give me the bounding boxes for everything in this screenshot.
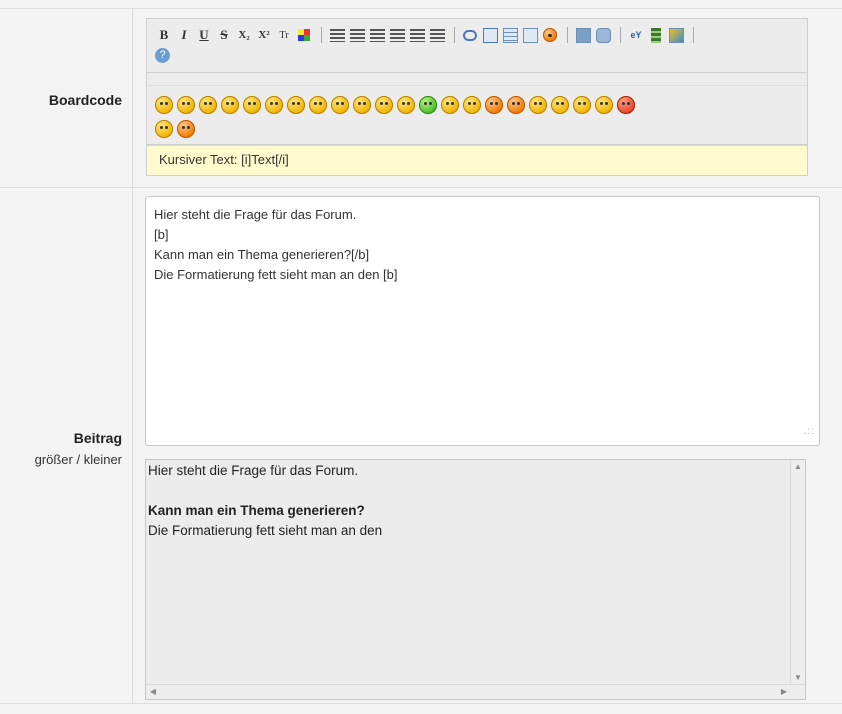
resize-links: größer / kleiner — [35, 452, 122, 467]
smiley-glasses-icon[interactable] — [463, 96, 481, 114]
smiley-sad-icon[interactable] — [177, 96, 195, 114]
editor-line: Kann man ein Thema generieren?[/b] — [154, 247, 370, 262]
smiley-tongue-icon[interactable] — [265, 96, 283, 114]
bbcode-toolbar: B I U S X₂ X² Tr eY ? — [147, 19, 807, 73]
resize-grip-icon[interactable]: .:: — [804, 422, 815, 442]
smiley-laugh-icon[interactable] — [551, 96, 569, 114]
superscript-button[interactable]: X² — [255, 26, 273, 44]
align-center-icon[interactable] — [408, 26, 426, 44]
toolbar-separator — [620, 27, 621, 43]
toolbar-separator — [567, 27, 568, 43]
editor-line: [b] — [154, 227, 169, 242]
table-icon[interactable] — [501, 26, 519, 44]
boardcode-label-cell: Boardcode — [0, 9, 133, 187]
smiley-dizzy-icon[interactable] — [595, 96, 613, 114]
smiley-blush-icon[interactable] — [441, 96, 459, 114]
resize-bigger-link[interactable]: größer — [35, 452, 73, 467]
beitrag-label-cell: Beitrag größer / kleiner — [0, 188, 133, 704]
bold-button[interactable]: B — [155, 26, 173, 44]
smiley-rolleyes-icon[interactable] — [375, 96, 393, 114]
preview-horizontal-scrollbar[interactable]: ◀ ▶ — [146, 684, 805, 699]
post-textarea[interactable]: Hier steht die Frage für das Forum. [b] … — [145, 196, 820, 446]
italic-button[interactable]: I — [175, 26, 193, 44]
bottom-divider — [0, 703, 842, 714]
film-icon[interactable] — [647, 26, 665, 44]
strike-button[interactable]: S — [215, 26, 233, 44]
toolbar-separator — [454, 27, 455, 43]
smiley-surprised-icon[interactable] — [485, 96, 503, 114]
smiley-happy-icon[interactable] — [397, 96, 415, 114]
resize-smaller-link[interactable]: kleiner — [84, 452, 122, 467]
smiley-grin-icon[interactable] — [221, 96, 239, 114]
numbered-list-icon[interactable] — [348, 26, 366, 44]
color-grid-icon[interactable] — [295, 26, 313, 44]
preview-vertical-scrollbar[interactable]: ▲ ▼ — [790, 460, 805, 685]
smiley-angry-icon[interactable] — [287, 96, 305, 114]
smiley-oh-icon[interactable] — [507, 96, 525, 114]
toolbar-separator — [321, 27, 322, 43]
bbcode-panel: B I U S X₂ X² Tr eY ? Kursiver Text: [i]… — [146, 18, 808, 176]
scroll-up-icon[interactable]: ▲ — [791, 460, 805, 474]
window-icon[interactable] — [521, 26, 539, 44]
preview-line: Hier steht die Frage für das Forum. — [148, 463, 359, 478]
preview-line: Die Formatierung fett sieht man an den — [148, 523, 383, 538]
top-divider — [0, 0, 842, 9]
editor-line: Die Formatierung fett sieht man an den [… — [154, 267, 398, 282]
underline-button[interactable]: U — [195, 26, 213, 44]
smiley-cool-icon[interactable] — [155, 96, 173, 114]
align-left-icon[interactable] — [388, 26, 406, 44]
teletype-button[interactable]: Tr — [275, 26, 293, 44]
post-preview: Hier steht die Frage für das Forum. Kann… — [145, 459, 806, 700]
scroll-left-icon[interactable]: ◀ — [146, 685, 160, 699]
editor-line: Hier steht die Frage für das Forum. — [154, 207, 357, 222]
subscript-button[interactable]: X₂ — [235, 26, 253, 44]
scroll-down-icon[interactable]: ▼ — [791, 671, 805, 685]
ebay-icon[interactable]: eY — [627, 26, 645, 44]
resize-separator: / — [72, 452, 84, 467]
smiley-neutral-icon[interactable] — [573, 96, 591, 114]
smiley-wink-icon[interactable] — [243, 96, 261, 114]
boardcode-label: Boardcode — [48, 92, 122, 108]
list-item-icon[interactable] — [368, 26, 386, 44]
picture-icon[interactable] — [667, 26, 685, 44]
smiley-sick-icon[interactable] — [419, 96, 437, 114]
preview-bold-line: Kann man ein Thema generieren? — [148, 503, 365, 518]
bbcode-hint: Kursiver Text: [i]Text[/i] — [147, 145, 807, 175]
help-icon[interactable]: ? — [155, 47, 170, 63]
smiley-shocked-icon[interactable] — [331, 96, 349, 114]
smiley-dead-icon[interactable] — [177, 120, 195, 138]
beitrag-label: Beitrag — [73, 430, 122, 446]
smiley-devil-icon[interactable] — [617, 96, 635, 114]
code-icon[interactable] — [481, 26, 499, 44]
image-icon[interactable] — [574, 26, 592, 44]
smiley-panel — [147, 85, 807, 145]
preview-line — [148, 481, 803, 501]
quote-icon[interactable] — [461, 26, 479, 44]
scroll-right-icon[interactable]: ▶ — [777, 685, 791, 699]
link-icon[interactable] — [594, 26, 612, 44]
smiley-smile-icon[interactable] — [199, 96, 217, 114]
smiley-kiss-icon[interactable] — [529, 96, 547, 114]
smiley-cry-icon[interactable] — [155, 120, 173, 138]
smiley-eyebrow-icon[interactable] — [353, 96, 371, 114]
toolbar-separator — [693, 27, 694, 43]
bullet-list-icon[interactable] — [328, 26, 346, 44]
users-icon[interactable] — [541, 26, 559, 44]
align-right-icon[interactable] — [428, 26, 446, 44]
smiley-confused-icon[interactable] — [309, 96, 327, 114]
